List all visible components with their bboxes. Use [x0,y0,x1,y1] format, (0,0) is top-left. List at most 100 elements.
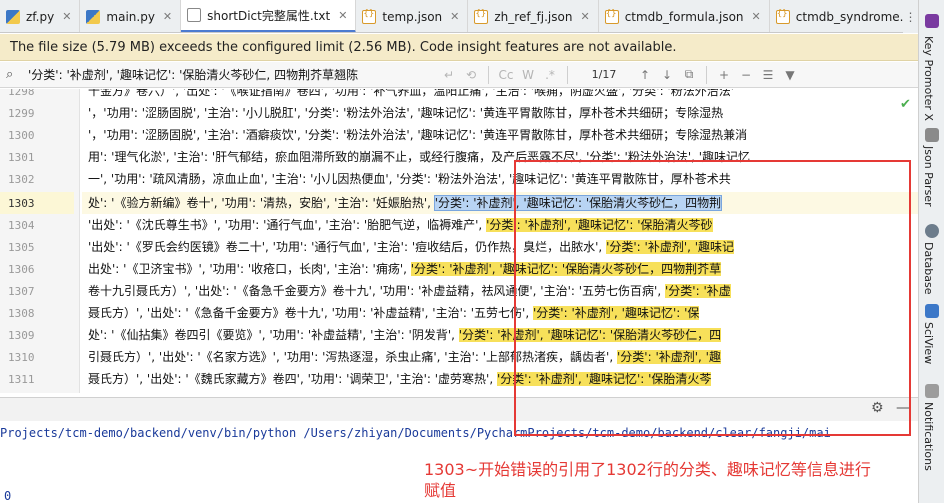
code-line[interactable]: '出处': '《罗氏会约医镜》卷二十', '功用': '通行气血', '主治':… [82,236,918,258]
code-line[interactable]: 用': '理气化淤', '主治': '肝气郁结，瘀血阻滞所致的崩漏不止，或经行腹… [82,146,918,168]
ide-window: { "tabs": [ {"label": "zf.py", "icon": "… [0,0,944,503]
run-command-output: Projects/tcm-demo/backend/venv/bin/pytho… [0,426,831,440]
code-text: '出处': '《沈氏尊生书》', '功用': '通行气血', '主治': '胎肥… [88,218,487,232]
right-tool-window-bar: Key Promoter X Json Parser Database SciV… [918,0,944,503]
previous-match-icon[interactable]: ↑ [634,65,656,85]
code-line[interactable]: 处': '《仙拈集》卷四引《要览》', '功用': '补虚益精', '主治': … [82,324,918,346]
tool-key-promoter[interactable]: Key Promoter X [922,36,935,121]
database-icon [925,224,939,238]
code-text: 出处': '《卫济宝书》', '功用': '收疮口，长肉', '主治': '痈疡… [88,262,411,276]
tab-shortdict-txt[interactable]: shortDict完整属性.txt ✕ [181,0,357,32]
line-number: 1301 [8,150,35,164]
tab-label: zf.py [26,9,55,24]
divider [488,65,489,84]
tab-zh-ref-fj-json[interactable]: zh_ref_fj.json ✕ [468,0,599,32]
tool-database[interactable]: Database [922,242,935,295]
select-all-occurrences-icon[interactable]: ⧉ [678,65,700,85]
filter-icon[interactable]: ▼ [779,65,801,85]
next-match-icon[interactable]: ↓ [656,65,678,85]
line-number-current: 1303 [0,192,74,214]
whole-words-button[interactable]: W [517,65,539,85]
code-line[interactable]: '，'功用': '涩肠固脱', '主治': '酒癖痰饮', '分类': '粉法外… [82,124,918,146]
code-text: '，'功用': '涩肠固脱', '主治': '小儿脱肛', '分类': '粉法外… [88,106,724,120]
code-line[interactable]: '出处': '《沈氏尊生书》', '功用': '通行气血', '主治': '胎肥… [82,214,918,236]
newline-icon[interactable]: ↵ [438,65,460,85]
json-file-icon [474,9,489,24]
search-match: '分类': '补虚剂', '趣味记 [606,240,735,254]
code-line[interactable]: 千金方》卷六）', '出处': '《喉证指南》卷四', '功用': '补气养血，… [82,89,918,102]
tool-notifications[interactable]: Notifications [922,402,935,471]
text-editor[interactable]: 1298 1299 1300 1301 1302 1303 1304 1305 … [0,89,918,393]
tab-ctmdb-formula-json[interactable]: ctmdb_formula.json ✕ [599,0,770,32]
check-icon: ✔ [900,97,911,112]
search-match: '分类': '补虚剂', '趣味记忆': '保胎清火芩砂仁，四 [458,328,722,342]
search-match: '分类': '补虚剂', '趣味记忆': '保 [532,306,700,320]
tab-main-py[interactable]: main.py ✕ [80,0,182,32]
code-area[interactable]: 千金方》卷六）', '出处': '《喉证指南》卷四', '功用': '补气养血，… [82,89,918,393]
sciview-icon [925,304,939,318]
code-text: 处': '《仙拈集》卷四引《要览》', '功用': '补虚益精', '主治': … [88,328,459,342]
divider [706,65,707,84]
divider [567,65,568,84]
tool-json-parser[interactable]: Json Parser [922,146,935,207]
json-file-icon [362,9,377,24]
code-line[interactable]: 一', '功用': '疏风清肠，凉血止血', '主治': '小儿因热便血', '… [82,168,918,190]
python-file-icon [6,9,20,24]
regex-button[interactable]: .* [539,65,561,85]
code-text: 千金方》卷六）', '出处': '《喉证指南》卷四', '功用': '补气养血，… [88,89,735,98]
tab-ctmdb-syndrome-json[interactable]: ctmdb_syndrome.json✕ [770,0,918,32]
search-match-selected: '分类': '补虚剂', '趣味记忆': '保胎清火芩砂仁，四物荆 [433,195,723,211]
line-number: 1298 [8,89,35,98]
code-text: '出处': '《罗氏会约医镜》卷二十', '功用': '通行气血', '主治':… [88,240,607,254]
code-line[interactable]: 聂氏方）', '出处': '《急备千金要方》卷十九', '功用': '补虚益精'… [82,302,918,324]
close-icon[interactable]: ✕ [62,10,71,23]
find-bar: ⌕ ↵ ⟲ Cc W .* 1/17 ↑ ↓ ⧉ + − ☰ ▼ [0,62,918,88]
code-text: '，'功用': '涩肠固脱', '主治': '酒癖痰饮', '分类': '粉法外… [88,128,748,142]
key-promoter-icon [925,14,939,28]
more-tabs-icon[interactable]: ⋮ [903,0,918,33]
minimize-icon[interactable]: — [896,400,910,416]
code-text: 卷十九引聂氏方）', '出处': '《备急千金要方》卷十九', '功用': '补… [88,284,665,298]
code-line[interactable]: 出处': '《卫济宝书》', '功用': '收疮口，长肉', '主治': '痈疡… [82,258,918,280]
gear-icon[interactable]: ⚙ [871,400,884,416]
search-icon[interactable]: ⌕ [6,67,28,82]
editor-tab-bar: zf.py ✕ main.py ✕ shortDict完整属性.txt ✕ temp.… [0,0,918,33]
python-file-icon [86,9,101,24]
line-number: 1305 [8,240,35,254]
tool-sciview[interactable]: SciView [922,322,935,364]
remove-selection-icon[interactable]: − [735,65,757,85]
history-icon[interactable]: ⟲ [460,65,482,85]
match-case-button[interactable]: Cc [495,65,517,85]
code-line[interactable]: '，'功用': '涩肠固脱', '主治': '小儿脱肛', '分类': '粉法外… [82,102,918,124]
json-file-icon [775,9,790,24]
close-icon[interactable]: ✕ [450,10,459,23]
close-icon[interactable]: ✕ [580,10,589,23]
close-icon[interactable]: ✕ [338,9,347,22]
tab-label: shortDict完整属性.txt [207,8,331,23]
notifications-icon [925,384,939,398]
tab-label: temp.json [382,9,443,24]
json-file-icon [604,9,619,24]
close-icon[interactable]: ✕ [163,10,172,23]
code-line[interactable]: 聂氏方）', '出处': '《魏氏家藏方》卷四', '功用': '调荣卫', '… [82,368,918,390]
code-line[interactable]: 引聂氏方）', '出处': '《名家方选》', '功用': '泻热逐湿，杀虫止痛… [82,346,918,368]
code-line-current[interactable]: 处': '《验方新编》卷十', '功用': '清热，安胎', '主治': '妊娠… [82,192,918,214]
tab-zf-py[interactable]: zf.py ✕ [0,0,81,32]
search-match: '分类': '补虚剂', '趣味记忆': '保胎清火芩砂仁，四物荆芥草 [410,262,722,276]
search-input[interactable] [28,63,438,86]
search-match: '分类': '补虚剂', '趣 [616,350,721,364]
search-match: '分类': '补虚剂', '趣味记忆': '保胎清火芩砂 [486,218,713,232]
code-line[interactable]: 卷十九引聂氏方）', '出处': '《备急千金要方》卷十九', '功用': '补… [82,280,918,302]
add-selection-icon[interactable]: + [713,65,735,85]
select-all-icon[interactable]: ☰ [757,65,779,85]
tab-label: ctmdb_formula.json [624,9,744,24]
search-match: '分类': '补虚剂', '趣味记忆': '保胎清火芩 [496,372,712,386]
tab-temp-json[interactable]: temp.json ✕ [356,0,469,32]
line-number: 1299 [8,106,35,120]
tab-label: main.py [106,9,155,24]
code-text: 处': '《验方新编》卷十', '功用': '清热，安胎', '主治': '妊娠… [88,196,435,210]
line-number: 1306 [8,262,35,276]
code-text: 聂氏方）', '出处': '《急备千金要方》卷十九', '功用': '补虚益精'… [88,306,533,320]
code-text: 用': '理气化淤', '主治': '肝气郁结，瘀血阻滞所致的崩漏不止，或经行腹… [88,150,751,164]
close-icon[interactable]: ✕ [752,10,761,23]
